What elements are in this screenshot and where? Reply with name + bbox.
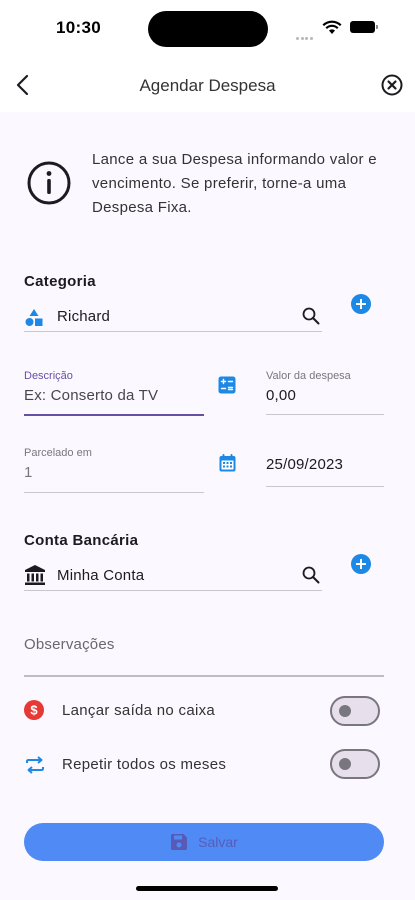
descricao-input[interactable]: Ex: Conserto da TV <box>24 387 158 404</box>
categoria-title: Categoria <box>24 273 96 290</box>
parcelado-label: Parcelado em <box>24 447 92 459</box>
switch-knob <box>339 758 351 770</box>
dynamic-island <box>148 11 268 47</box>
save-icon <box>171 834 188 850</box>
calculator-icon[interactable] <box>218 376 236 394</box>
search-icon[interactable] <box>302 307 320 325</box>
page-title: Agendar Despesa <box>139 76 276 95</box>
valor-label: Valor da despesa <box>266 370 351 382</box>
signal-icon <box>296 27 316 40</box>
close-icon[interactable] <box>381 74 403 96</box>
vencimento-input[interactable]: 25/09/2023 <box>266 456 343 473</box>
valor-input[interactable]: 0,00 <box>266 387 296 404</box>
conta-title: Conta Bancária <box>24 532 139 549</box>
home-indicator <box>136 886 278 891</box>
parcelado-underline <box>24 492 204 493</box>
svg-text:$: $ <box>30 703 38 718</box>
wifi-icon <box>322 20 342 34</box>
descricao-underline <box>24 414 204 416</box>
toggle-caixa-switch[interactable] <box>330 696 380 726</box>
categoria-underline <box>24 331 322 332</box>
calendar-icon[interactable] <box>219 454 236 472</box>
status-bar: 10:30 <box>0 0 415 58</box>
add-categoria-button[interactable] <box>351 294 371 314</box>
descricao-label: Descrição <box>24 370 73 382</box>
repeat-icon <box>26 756 44 774</box>
save-label: Salvar <box>198 834 238 850</box>
battery-icon <box>350 21 378 33</box>
money-icon: $ <box>24 700 44 720</box>
app-bar: Agendar Despesa <box>0 58 415 112</box>
search-icon[interactable] <box>302 566 320 584</box>
toggle-caixa-label: Lançar saída no caixa <box>62 702 216 719</box>
info-text: Lance a sua Despesa informando valor e v… <box>92 151 377 216</box>
toggle-repetir-label: Repetir todos os meses <box>62 756 227 773</box>
info-icon <box>27 161 71 205</box>
observacoes-input[interactable]: Observações <box>24 636 115 653</box>
switch-knob <box>339 705 351 717</box>
conta-value[interactable]: Minha Conta <box>57 567 144 584</box>
add-conta-button[interactable] <box>351 554 371 574</box>
observacoes-underline <box>24 675 384 677</box>
category-icon <box>25 309 43 326</box>
toggle-repetir-switch[interactable] <box>330 749 380 779</box>
categoria-value[interactable]: Richard <box>57 308 110 325</box>
status-time: 10:30 <box>56 18 101 37</box>
parcelado-input[interactable]: 1 <box>24 464 33 481</box>
valor-underline <box>266 414 384 415</box>
conta-underline <box>24 590 322 591</box>
bank-icon <box>25 565 45 585</box>
save-button[interactable]: Salvar <box>24 823 384 861</box>
vencimento-underline <box>266 486 384 487</box>
